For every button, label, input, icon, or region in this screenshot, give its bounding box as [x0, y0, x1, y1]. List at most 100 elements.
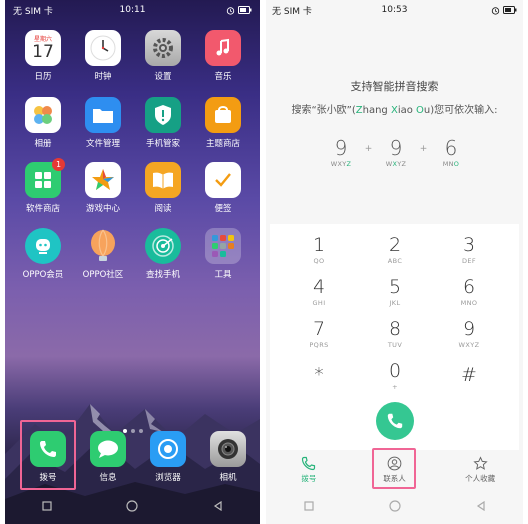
letters-normal: YZ [397, 160, 407, 168]
key-4[interactable]: 4 GHI [284, 276, 354, 307]
menu-square-icon[interactable] [303, 501, 314, 511]
app-reading[interactable]: 阅读 [137, 162, 189, 214]
example-plus: + [364, 144, 373, 154]
app-phone-manager[interactable]: 手机管家 [137, 97, 189, 149]
example-letters: WXYZ [381, 160, 411, 168]
app-oppo-member[interactable]: OPPO会员 [17, 228, 69, 280]
phone-icon [387, 413, 403, 429]
key-0[interactable]: 0 + [360, 360, 430, 391]
camera-icon [210, 431, 246, 467]
letters-normal: WXY [330, 160, 347, 168]
app-label: 信息 [99, 473, 117, 483]
dialpad-phone-icon [302, 456, 316, 471]
key-9[interactable]: 9 WXYZ [434, 318, 504, 349]
key-2[interactable]: 2 ABC [360, 234, 430, 265]
back-triangle-icon[interactable] [476, 501, 486, 511]
key-digit: 9 [462, 318, 476, 340]
app-game-center[interactable]: 游戏中心 [77, 162, 129, 214]
dock-browser[interactable]: 浏览器 [142, 431, 194, 483]
key-8[interactable]: 8 TUV [360, 318, 430, 349]
app-find-phone[interactable]: 查找手机 [137, 228, 189, 280]
notes-icon [205, 162, 241, 198]
letters-highlight: O [453, 160, 460, 168]
tab-dial[interactable]: 拨号 [266, 452, 352, 492]
call-button[interactable] [376, 402, 414, 440]
key-digit: 0 [388, 360, 402, 382]
app-settings[interactable]: 设置 [137, 30, 189, 82]
navigation-bar [5, 494, 260, 518]
app-notes[interactable]: 便签 [197, 162, 249, 214]
app-label: 游戏中心 [85, 204, 120, 214]
shield-icon [145, 97, 181, 133]
key-letters: TUV [387, 341, 403, 349]
community-icon [85, 228, 121, 264]
letters-highlight: Z [346, 160, 352, 168]
letters-normal: MN [442, 160, 454, 168]
app-music[interactable]: 音乐 [197, 30, 249, 82]
app-software-store[interactable]: 1 软件商店 [17, 158, 69, 214]
key-7[interactable]: 7 PQRS [284, 318, 354, 349]
app-album[interactable]: 相册 [17, 97, 69, 149]
key-5[interactable]: 5 JKL [360, 276, 430, 307]
app-file-manager[interactable]: 文件管理 [77, 97, 129, 149]
example-key: 9 WXYZ [381, 136, 411, 168]
app-label: 音乐 [214, 72, 232, 82]
app-label: 文件管理 [85, 139, 120, 149]
key-digit: # [461, 364, 477, 386]
key-letters: MNO [460, 299, 478, 307]
dock-camera[interactable]: 相机 [202, 431, 254, 483]
key-1[interactable]: 1 QO [284, 234, 354, 265]
hint-syllable: iao [397, 105, 417, 116]
key-letters: WXYZ [458, 341, 480, 349]
status-time: 10:53 [381, 5, 408, 15]
key-3[interactable]: 3 DEF [434, 234, 504, 265]
key-star[interactable]: * [284, 364, 354, 387]
app-label: 相机 [219, 473, 237, 483]
dialer-screen: 无 SIM 卡 10:53 支持智能拼音搜索 搜索“张小欧”(Zhang Xia… [266, 0, 523, 524]
key-digit: 8 [388, 318, 402, 340]
app-clock[interactable]: 时钟 [77, 30, 129, 82]
app-label: 阅读 [154, 204, 172, 214]
example-plus: + [419, 144, 428, 154]
key-digit: * [314, 364, 324, 386]
calendar-day: 17 [32, 41, 54, 62]
clock-icon [85, 30, 121, 66]
key-letters: DEF [461, 257, 477, 265]
back-triangle-icon[interactable] [213, 501, 223, 511]
app-tools-folder[interactable]: 工具 [197, 228, 249, 280]
gear-icon [145, 30, 181, 66]
key-6[interactable]: 6 MNO [434, 276, 504, 307]
notification-badge: 1 [52, 158, 65, 171]
hint-letter-o: O [416, 105, 424, 116]
app-label: 浏览器 [155, 473, 181, 483]
hint-suffix: )您可依次输入: [430, 105, 498, 116]
tab-label: 拨号 [301, 474, 317, 483]
app-label: 查找手机 [145, 270, 180, 280]
key-digit: 4 [312, 276, 326, 298]
highlight-contacts-tab [372, 448, 416, 489]
key-hash[interactable]: # [434, 364, 504, 387]
key-letters: ABC [387, 257, 403, 265]
hint-letter-x: X [390, 105, 398, 116]
menu-square-icon[interactable] [42, 501, 52, 511]
app-calendar[interactable]: 星期六 17 日历 [17, 30, 69, 82]
highlight-dial-app [20, 420, 76, 490]
key-digit: 2 [388, 234, 402, 256]
home-circle-icon[interactable] [126, 500, 139, 512]
status-bar: 无 SIM 卡 10:11 [5, 0, 260, 20]
example-digit: 9 [334, 136, 348, 160]
game-center-icon [85, 162, 121, 198]
example-key: 9 WXYZ [326, 136, 356, 168]
tab-favorites[interactable]: 个人收藏 [437, 452, 523, 492]
app-theme-store[interactable]: 主题商店 [197, 97, 249, 149]
key-digit: 5 [388, 276, 402, 298]
hint-syllable: hang [362, 105, 391, 116]
app-oppo-community[interactable]: OPPO社区 [77, 228, 129, 280]
navigation-bar [266, 494, 523, 518]
status-bar: 无 SIM 卡 10:53 [266, 0, 523, 20]
app-label: 日历 [34, 72, 52, 82]
dock-messages[interactable]: 信息 [82, 431, 134, 483]
hint-prefix: 搜索“张小欧”( [291, 105, 356, 116]
key-letters: GHI [312, 299, 326, 307]
home-circle-icon[interactable] [388, 500, 401, 512]
